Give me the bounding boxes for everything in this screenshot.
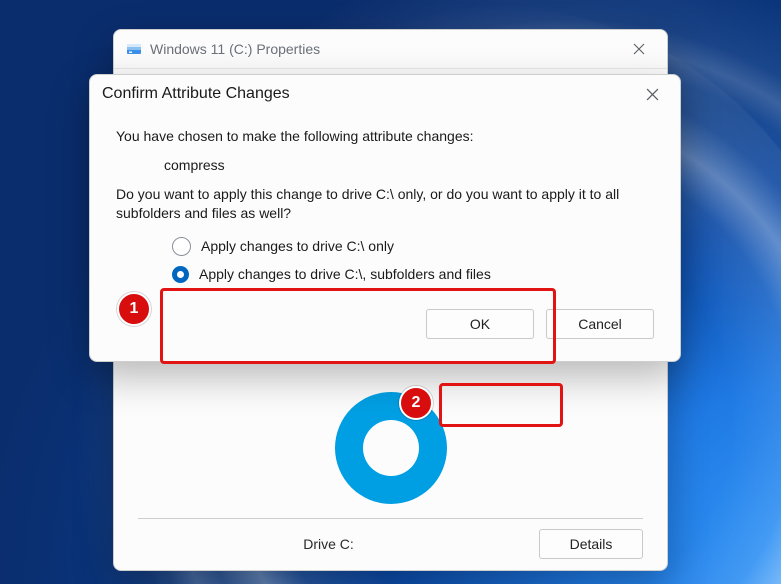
radio-apply-only[interactable]: Apply changes to drive C:\ only — [172, 237, 654, 256]
confirm-question: Do you want to apply this change to driv… — [116, 185, 654, 223]
radio-apply-recursive[interactable]: Apply changes to drive C:\, subfolders a… — [172, 266, 654, 283]
disk-usage-donut — [335, 392, 447, 504]
cancel-button[interactable]: Cancel — [546, 309, 654, 339]
confirm-change: compress — [116, 156, 654, 175]
radio-icon — [172, 266, 189, 283]
confirm-dialog: Confirm Attribute Changes You have chose… — [89, 74, 681, 362]
confirm-titlebar[interactable]: Confirm Attribute Changes — [90, 75, 680, 113]
radio-group: Apply changes to drive C:\ only Apply ch… — [172, 237, 654, 283]
properties-title: Windows 11 (C:) Properties — [150, 41, 617, 57]
ok-button[interactable]: OK — [426, 309, 534, 339]
drive-icon — [126, 41, 142, 57]
properties-titlebar[interactable]: Windows 11 (C:) Properties — [114, 30, 667, 69]
radio-apply-only-label: Apply changes to drive C:\ only — [201, 238, 394, 254]
properties-close-button[interactable] — [617, 34, 661, 64]
confirm-body: You have chosen to make the following at… — [90, 113, 680, 361]
details-button[interactable]: Details — [539, 529, 643, 559]
confirm-intro: You have chosen to make the following at… — [116, 127, 654, 146]
confirm-title: Confirm Attribute Changes — [102, 85, 630, 103]
radio-icon — [172, 237, 191, 256]
confirm-close-button[interactable] — [630, 79, 674, 109]
drive-label: Drive C: — [138, 536, 519, 552]
radio-apply-recursive-label: Apply changes to drive C:\, subfolders a… — [199, 266, 491, 282]
